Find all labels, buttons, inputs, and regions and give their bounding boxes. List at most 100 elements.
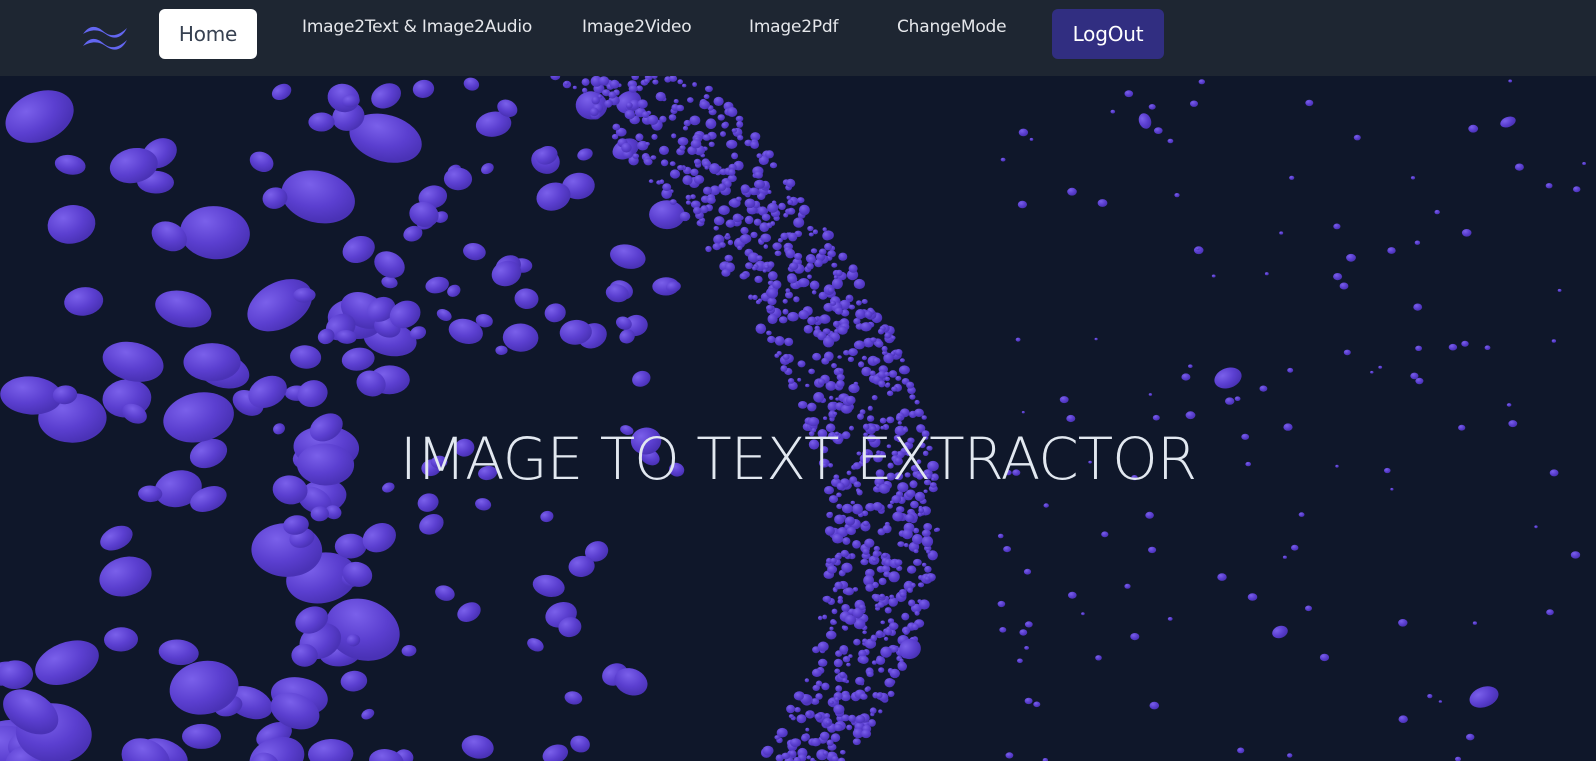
particle [793,217,805,228]
particle [1081,612,1085,616]
particle [1188,364,1193,369]
nav-home-button[interactable]: Home [159,9,257,59]
particle [64,287,104,316]
particle [829,395,834,400]
particle [842,537,851,545]
particle [824,526,835,536]
particle [1339,282,1349,290]
particle [1019,629,1028,636]
particle [852,738,861,746]
particle [829,626,834,631]
particle-background [0,76,1586,761]
particle [864,538,875,548]
particle [764,265,769,270]
particle [704,165,709,170]
particle [837,326,848,335]
particle [1167,617,1173,621]
particle [895,375,902,381]
particle [901,529,913,540]
particle [682,83,687,88]
particle [882,524,892,534]
nav-image2video-link[interactable]: Image2Video [582,17,692,37]
particle [824,243,833,251]
particle [643,78,650,84]
particle [99,556,152,597]
particle [249,151,274,172]
particle [901,612,910,621]
particle [831,608,838,615]
particle [767,287,779,299]
particle [1282,555,1287,559]
particle [806,255,817,264]
particle [709,163,721,175]
particle [436,309,452,321]
particle [673,99,679,104]
particle [805,727,810,732]
particle [1410,176,1416,180]
particle [914,491,926,502]
particle [1149,701,1160,710]
logo-wave-icon[interactable] [81,21,129,51]
particle [1319,653,1330,662]
particle [527,638,544,652]
particle [542,744,569,761]
particle [1551,339,1557,343]
particle [1305,99,1314,107]
particle [651,76,658,79]
particle [869,707,877,714]
particle [766,330,772,336]
particle [884,332,892,339]
particle [850,500,855,505]
particle [844,614,857,625]
particle [687,97,694,103]
particle [823,416,828,421]
particle [887,503,893,509]
particle [1508,79,1513,83]
particle [721,269,731,277]
particle [1247,593,1258,601]
particle [811,668,822,677]
hero-title: IMAGE TO TEXT EXTRACTOR [399,425,1197,493]
particle [807,225,814,232]
particle [877,328,885,335]
nav-image2pdf-link[interactable]: Image2Pdf [749,17,838,37]
particle [677,165,684,171]
particle [677,137,689,146]
particle [754,171,763,179]
particle [1017,200,1027,209]
particle [848,383,860,394]
particle [861,366,872,377]
particle [825,720,831,725]
particle [807,316,817,326]
particle [914,399,920,405]
particle [1097,199,1108,207]
particle [846,724,853,731]
particle [879,593,885,599]
particle [668,114,677,121]
particle [502,323,539,352]
particle [794,707,801,713]
particle [1066,414,1076,423]
particle [789,262,799,271]
particle [732,213,743,223]
nav-image2text-link[interactable]: Image2Text & Image2Audio [302,17,532,37]
particle [1333,223,1341,230]
particle [807,402,817,412]
particle [806,755,811,760]
particle [853,278,866,290]
particle [830,300,837,306]
particle [744,198,756,209]
logout-button[interactable]: LogOut [1052,9,1164,59]
particle [1021,411,1025,414]
particle [879,417,887,424]
particle [884,628,892,636]
particle [883,636,889,641]
nav-changemode-link[interactable]: ChangeMode [897,17,1007,37]
particle [457,602,481,622]
particle [371,83,401,109]
particle [817,378,826,385]
particle [1484,345,1491,351]
particle [884,607,892,614]
particle [703,94,710,100]
particle [834,581,843,590]
